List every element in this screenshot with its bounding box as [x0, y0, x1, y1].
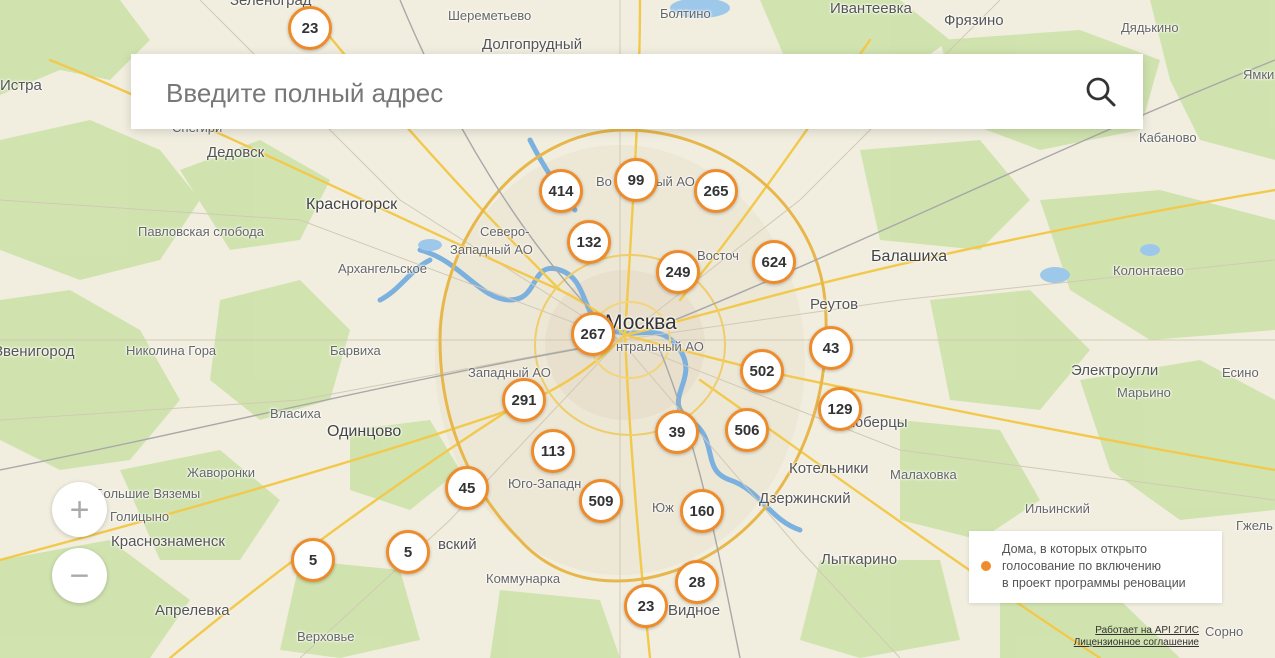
zoom-out-button[interactable]: − — [52, 548, 107, 603]
cluster-marker[interactable]: 132 — [567, 220, 611, 264]
search-button[interactable] — [1081, 72, 1121, 112]
legend-text-line2: голосование по включению — [1002, 559, 1162, 573]
cluster-marker[interactable]: 5 — [291, 538, 335, 582]
search-bar — [131, 54, 1143, 129]
cluster-marker[interactable]: 23 — [624, 584, 668, 628]
cluster-marker[interactable]: 28 — [675, 560, 719, 604]
license-link[interactable]: Лицензионное соглашение — [1074, 637, 1199, 648]
cluster-marker[interactable]: 506 — [725, 408, 769, 452]
cluster-marker[interactable]: 45 — [445, 466, 489, 510]
cluster-marker[interactable]: 509 — [579, 479, 623, 523]
cluster-marker[interactable]: 414 — [539, 169, 583, 213]
zoom-in-button[interactable]: + — [52, 482, 107, 537]
cluster-marker[interactable]: 502 — [740, 349, 784, 393]
cluster-marker[interactable]: 291 — [502, 378, 546, 422]
cluster-marker[interactable]: 23 — [288, 6, 332, 50]
search-icon — [1086, 77, 1116, 107]
cluster-marker[interactable]: 265 — [694, 169, 738, 213]
legend-text-line1: Дома, в которых открыто — [1002, 542, 1147, 556]
cluster-marker[interactable]: 113 — [531, 429, 575, 473]
cluster-marker[interactable]: 249 — [656, 250, 700, 294]
cluster-marker[interactable]: 160 — [680, 489, 724, 533]
api-attribution-link[interactable]: Работает на API 2ГИС — [1095, 625, 1199, 636]
cluster-marker[interactable]: 129 — [818, 387, 862, 431]
legend-box: Дома, в которых открыто голосование по в… — [969, 531, 1222, 603]
cluster-marker[interactable]: 267 — [571, 312, 615, 356]
cluster-marker[interactable]: 43 — [809, 326, 853, 370]
cluster-marker[interactable]: 624 — [752, 240, 796, 284]
cluster-marker[interactable]: 39 — [655, 410, 699, 454]
legend-marker-dot — [981, 561, 991, 571]
cluster-marker[interactable]: 5 — [386, 530, 430, 574]
cluster-marker[interactable]: 99 — [614, 158, 658, 202]
legend-text-line3: в проект программы реновации — [1002, 576, 1186, 590]
address-search-input[interactable] — [164, 72, 1048, 114]
